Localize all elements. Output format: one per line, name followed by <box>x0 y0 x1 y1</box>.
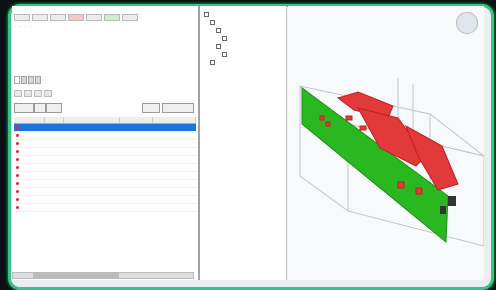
table-cell <box>14 197 44 202</box>
table-cell <box>14 181 44 186</box>
column-header[interactable] <box>45 117 64 123</box>
panel-subtabs <box>14 90 52 97</box>
table-cell <box>14 133 44 138</box>
edit-button[interactable] <box>46 103 62 113</box>
table-cell <box>14 205 44 210</box>
expand-icon[interactable] <box>210 60 215 65</box>
scrollbar-thumb[interactable] <box>33 273 119 278</box>
column-header[interactable] <box>153 117 196 123</box>
model-drawing <box>299 78 485 247</box>
status-dot-icon <box>16 158 19 161</box>
tab[interactable] <box>35 76 41 84</box>
status-dot-icon <box>16 198 19 201</box>
data-table <box>14 117 196 212</box>
table-row[interactable] <box>14 156 196 164</box>
toolbar-button[interactable] <box>14 14 30 21</box>
equipment-block <box>440 206 446 214</box>
equipment-block <box>448 196 456 206</box>
3d-viewport[interactable] <box>288 6 485 280</box>
status-dot-icon <box>16 182 19 185</box>
tree-item[interactable] <box>204 12 211 17</box>
table-row[interactable] <box>14 204 196 212</box>
red-block <box>397 181 405 189</box>
tree-item[interactable] <box>222 52 229 57</box>
toolbar-button[interactable] <box>68 14 84 21</box>
table-row[interactable] <box>14 148 196 156</box>
expand-icon[interactable] <box>210 20 215 25</box>
toolbar-button[interactable] <box>50 14 66 21</box>
table-row[interactable] <box>14 124 196 132</box>
toolbar-button[interactable] <box>122 14 138 21</box>
status-dot-icon <box>16 150 19 153</box>
expand-icon[interactable] <box>216 44 221 49</box>
top-toolbar <box>14 14 138 21</box>
tab[interactable] <box>28 76 34 84</box>
status-dot-icon <box>16 126 19 129</box>
subtab[interactable] <box>14 90 22 97</box>
table-row[interactable] <box>14 164 196 172</box>
tree-item[interactable] <box>216 44 223 49</box>
status-dot-icon <box>16 206 19 209</box>
tree-item[interactable] <box>222 36 229 41</box>
column-header[interactable] <box>120 117 154 123</box>
red-block <box>359 125 367 131</box>
table-row[interactable] <box>14 188 196 196</box>
filter-button[interactable] <box>14 103 34 113</box>
table-cell <box>14 157 44 162</box>
red-block <box>415 187 423 195</box>
expand-icon[interactable] <box>222 52 227 57</box>
table-cell <box>14 125 44 130</box>
table-row[interactable] <box>14 196 196 204</box>
expand-icon[interactable] <box>216 28 221 33</box>
navigation-cube[interactable] <box>456 12 478 34</box>
add-button[interactable] <box>34 103 46 113</box>
table-row[interactable] <box>14 132 196 140</box>
column-header[interactable] <box>14 117 45 123</box>
info-text: · <box>29 24 32 29</box>
expand-icon[interactable] <box>204 12 209 17</box>
table-cell <box>14 189 44 194</box>
filter-controls <box>14 103 196 113</box>
table-row[interactable] <box>14 180 196 188</box>
tree-panel <box>200 6 287 280</box>
table-row[interactable] <box>14 140 196 148</box>
info-row-1: · · · · <box>14 24 31 29</box>
toolbar-button[interactable] <box>32 14 48 21</box>
option-button[interactable] <box>142 103 160 113</box>
column-header[interactable] <box>64 117 121 123</box>
table-body <box>14 124 196 212</box>
info-text: · <box>19 24 21 29</box>
info-text: · <box>14 24 16 29</box>
tree-item[interactable] <box>216 28 223 33</box>
status-dot-icon <box>16 142 19 145</box>
expand-icon[interactable] <box>222 36 227 41</box>
table-cell <box>14 149 44 154</box>
toolbar-button[interactable] <box>86 14 102 21</box>
tree-item[interactable] <box>210 20 217 25</box>
subtab[interactable] <box>24 90 32 97</box>
toolbar-button[interactable] <box>104 14 120 21</box>
red-block <box>325 121 331 127</box>
status-dot-icon <box>16 190 19 193</box>
table-header <box>14 117 196 124</box>
status-dot-icon <box>16 174 19 177</box>
table-cell <box>14 173 44 178</box>
red-block <box>319 115 325 121</box>
red-block <box>345 115 353 121</box>
tab[interactable] <box>21 76 27 84</box>
table-cell <box>14 141 44 146</box>
status-dot-icon <box>16 166 19 169</box>
status-dot-icon <box>16 134 19 137</box>
left-panel: · · · · <box>12 6 200 280</box>
subtab[interactable] <box>34 90 42 97</box>
table-row[interactable] <box>14 172 196 180</box>
tree-item[interactable] <box>210 60 217 65</box>
panel-tabs <box>14 76 41 84</box>
search-input[interactable] <box>162 103 194 113</box>
subtab[interactable] <box>44 90 52 97</box>
horizontal-scrollbar[interactable] <box>12 272 194 279</box>
table-cell <box>14 165 44 170</box>
tab[interactable] <box>14 76 20 84</box>
info-text: · <box>24 24 26 29</box>
